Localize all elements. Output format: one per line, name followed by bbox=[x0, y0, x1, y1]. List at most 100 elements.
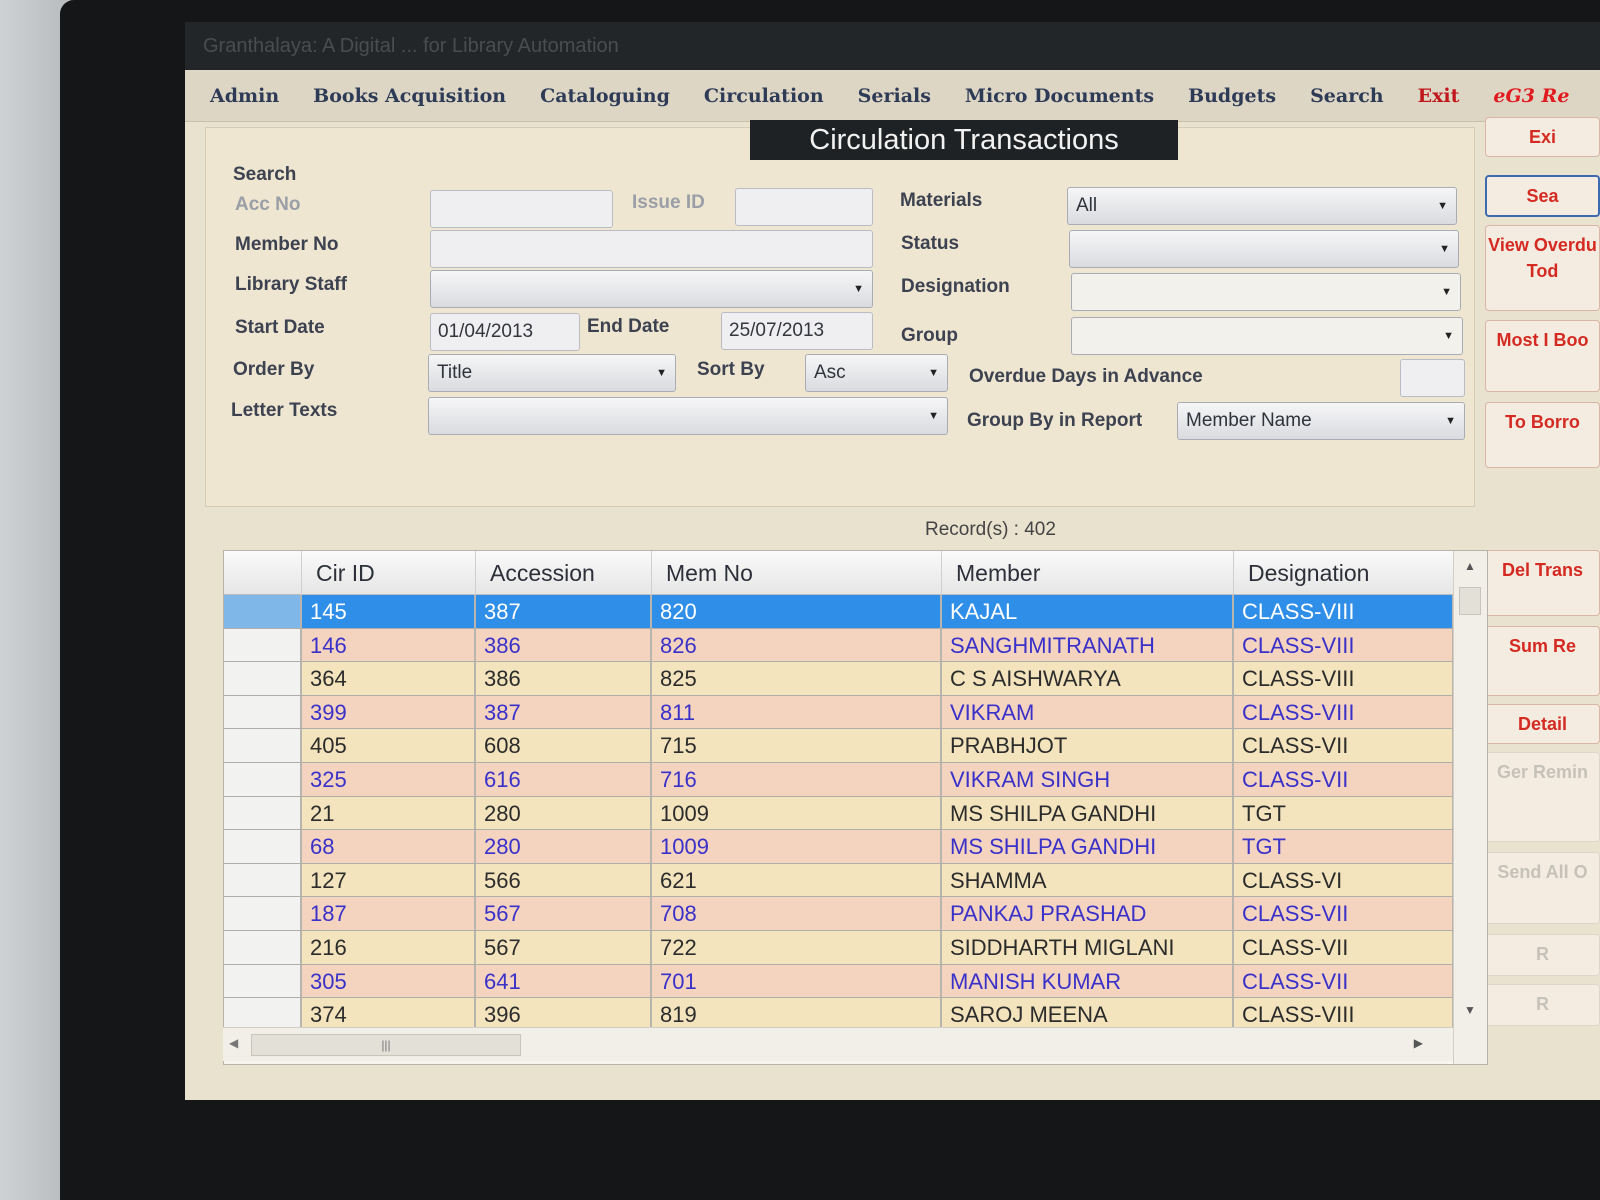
row-header[interactable] bbox=[224, 595, 302, 628]
cell-designation[interactable]: CLASS-VII bbox=[1234, 964, 1454, 998]
cell-designation[interactable]: CLASS-VII bbox=[1234, 930, 1454, 964]
cell-member[interactable]: SANGHMITRANATH bbox=[942, 628, 1234, 662]
cell-designation[interactable]: CLASS-VII bbox=[1234, 729, 1454, 762]
row-header[interactable] bbox=[224, 662, 302, 695]
menu-item-circulation[interactable]: Circulation bbox=[704, 85, 824, 107]
table-row[interactable]: 325 616 716 VIKRAM SINGH CLASS-VII bbox=[224, 762, 1454, 797]
cell-mem-no[interactable]: 819 bbox=[652, 998, 942, 1031]
cell-cir-id[interactable]: 325 bbox=[302, 762, 476, 796]
cell-accession[interactable]: 386 bbox=[476, 662, 652, 695]
cell-member[interactable]: MANISH KUMAR bbox=[942, 964, 1234, 998]
cell-designation[interactable]: CLASS-VIII bbox=[1234, 628, 1454, 662]
cell-mem-no[interactable]: 701 bbox=[652, 964, 942, 998]
cell-member[interactable]: PRABHJOT bbox=[942, 729, 1234, 762]
sort-by-select[interactable]: Asc ▼ bbox=[805, 354, 948, 392]
cell-cir-id[interactable]: 374 bbox=[302, 998, 476, 1031]
designation-select[interactable]: ▼ bbox=[1071, 273, 1461, 311]
cell-mem-no[interactable]: 811 bbox=[652, 695, 942, 729]
scroll-down-icon[interactable]: ▼ bbox=[1464, 1003, 1476, 1017]
cell-member[interactable]: SIDDHARTH MIGLANI bbox=[942, 930, 1234, 964]
cell-member[interactable]: VIKRAM SINGH bbox=[942, 762, 1234, 796]
end-date-input[interactable]: 25/07/2013 bbox=[721, 312, 873, 350]
menu-item-eg3-re[interactable]: eG3 Re bbox=[1493, 85, 1569, 107]
cell-cir-id[interactable]: 216 bbox=[302, 930, 476, 964]
materials-select[interactable]: All ▼ bbox=[1067, 187, 1457, 225]
most-issued-books-button[interactable]: Most I Boo bbox=[1485, 320, 1600, 392]
cell-accession[interactable]: 641 bbox=[476, 964, 652, 998]
cell-member[interactable]: KAJAL bbox=[942, 595, 1234, 628]
view-overdue-button[interactable]: View Overdu Tod bbox=[1485, 225, 1600, 311]
cell-designation[interactable]: CLASS-VIII bbox=[1234, 662, 1454, 695]
cell-cir-id[interactable]: 305 bbox=[302, 964, 476, 998]
cell-designation[interactable]: CLASS-VIII bbox=[1234, 695, 1454, 729]
cell-accession[interactable]: 280 bbox=[476, 796, 652, 830]
generate-reminder-button[interactable]: Ger Remin bbox=[1485, 752, 1600, 842]
cell-accession[interactable]: 386 bbox=[476, 628, 652, 662]
table-row[interactable]: 187 567 708 PANKAJ PRASHAD CLASS-VII bbox=[224, 897, 1454, 931]
horizontal-scroll-thumb[interactable]: ||| bbox=[251, 1034, 521, 1056]
order-by-select[interactable]: Title ▼ bbox=[428, 354, 676, 392]
col-header-mem-no[interactable]: Mem No bbox=[652, 551, 942, 595]
letter-texts-select[interactable]: ▼ bbox=[428, 397, 948, 435]
cell-cir-id[interactable]: 405 bbox=[302, 729, 476, 762]
cell-mem-no[interactable]: 708 bbox=[652, 897, 942, 930]
cell-mem-no[interactable]: 715 bbox=[652, 729, 942, 762]
col-header-cir-id[interactable]: Cir ID bbox=[302, 551, 476, 595]
row-header[interactable] bbox=[224, 628, 302, 662]
top-borrowers-button[interactable]: To Borro bbox=[1485, 402, 1600, 468]
row-header[interactable] bbox=[224, 964, 302, 998]
row-header[interactable] bbox=[224, 930, 302, 964]
cell-cir-id[interactable]: 364 bbox=[302, 662, 476, 695]
cell-accession[interactable]: 280 bbox=[476, 830, 652, 863]
cell-member[interactable]: MS SHILPA GANDHI bbox=[942, 796, 1234, 830]
cell-cir-id[interactable]: 187 bbox=[302, 897, 476, 930]
cell-member[interactable]: VIKRAM bbox=[942, 695, 1234, 729]
menu-item-micro-documents[interactable]: Micro Documents bbox=[965, 85, 1154, 107]
report-button-a[interactable]: R bbox=[1485, 934, 1600, 976]
cell-mem-no[interactable]: 1009 bbox=[652, 796, 942, 830]
cell-designation[interactable]: TGT bbox=[1234, 830, 1454, 863]
scroll-thumb[interactable] bbox=[1459, 587, 1481, 615]
row-header[interactable] bbox=[224, 830, 302, 863]
row-header[interactable] bbox=[224, 863, 302, 897]
group-by-report-select[interactable]: Member Name ▼ bbox=[1177, 402, 1465, 440]
cell-designation[interactable]: CLASS-VIII bbox=[1234, 998, 1454, 1031]
table-row[interactable]: 364 386 825 C S AISHWARYA CLASS-VIII bbox=[224, 662, 1454, 696]
menu-item-books-acquisition[interactable]: Books Acquisition bbox=[313, 85, 506, 107]
table-row[interactable]: 399 387 811 VIKRAM CLASS-VIII bbox=[224, 695, 1454, 730]
library-staff-select[interactable]: ▼ bbox=[430, 270, 873, 308]
scroll-up-icon[interactable]: ▲ bbox=[1464, 559, 1476, 573]
menu-item-admin[interactable]: Admin bbox=[210, 85, 279, 107]
cell-mem-no[interactable]: 820 bbox=[652, 595, 942, 628]
send-all-button[interactable]: Send All O bbox=[1485, 852, 1600, 924]
scroll-left-icon[interactable]: ◀ bbox=[229, 1036, 238, 1050]
cell-mem-no[interactable]: 722 bbox=[652, 930, 942, 964]
delete-transaction-button[interactable]: Del Trans bbox=[1485, 550, 1600, 616]
cell-member[interactable]: C S AISHWARYA bbox=[942, 662, 1234, 695]
summary-report-button[interactable]: Sum Re bbox=[1485, 626, 1600, 696]
member-no-input[interactable] bbox=[430, 230, 873, 268]
table-row[interactable]: 405 608 715 PRABHJOT CLASS-VII bbox=[224, 729, 1454, 763]
menu-item-exit[interactable]: Exit bbox=[1418, 85, 1460, 107]
col-header-accession[interactable]: Accession bbox=[476, 551, 652, 595]
cell-designation[interactable]: CLASS-VII bbox=[1234, 897, 1454, 930]
cell-mem-no[interactable]: 621 bbox=[652, 863, 942, 897]
cell-accession[interactable]: 567 bbox=[476, 930, 652, 964]
cell-designation[interactable]: CLASS-VI bbox=[1234, 863, 1454, 897]
cell-accession[interactable]: 396 bbox=[476, 998, 652, 1031]
table-row[interactable]: 216 567 722 SIDDHARTH MIGLANI CLASS-VII bbox=[224, 930, 1454, 965]
table-row[interactable]: 68 280 1009 MS SHILPA GANDHI TGT bbox=[224, 830, 1454, 864]
menu-item-budgets[interactable]: Budgets bbox=[1188, 85, 1276, 107]
cell-mem-no[interactable]: 825 bbox=[652, 662, 942, 695]
issue-id-input[interactable] bbox=[735, 188, 873, 226]
scroll-right-icon[interactable]: ▶ bbox=[1414, 1036, 1423, 1050]
cell-member[interactable]: SAROJ MEENA bbox=[942, 998, 1234, 1031]
cell-accession[interactable]: 616 bbox=[476, 762, 652, 796]
cell-mem-no[interactable]: 1009 bbox=[652, 830, 942, 863]
cell-member[interactable]: MS SHILPA GANDHI bbox=[942, 830, 1234, 863]
cell-cir-id[interactable]: 146 bbox=[302, 628, 476, 662]
table-row[interactable]: 305 641 701 MANISH KUMAR CLASS-VII bbox=[224, 964, 1454, 999]
menu-item-cataloguing[interactable]: Cataloguing bbox=[540, 85, 670, 107]
row-header[interactable] bbox=[224, 729, 302, 762]
cell-accession[interactable]: 387 bbox=[476, 695, 652, 729]
